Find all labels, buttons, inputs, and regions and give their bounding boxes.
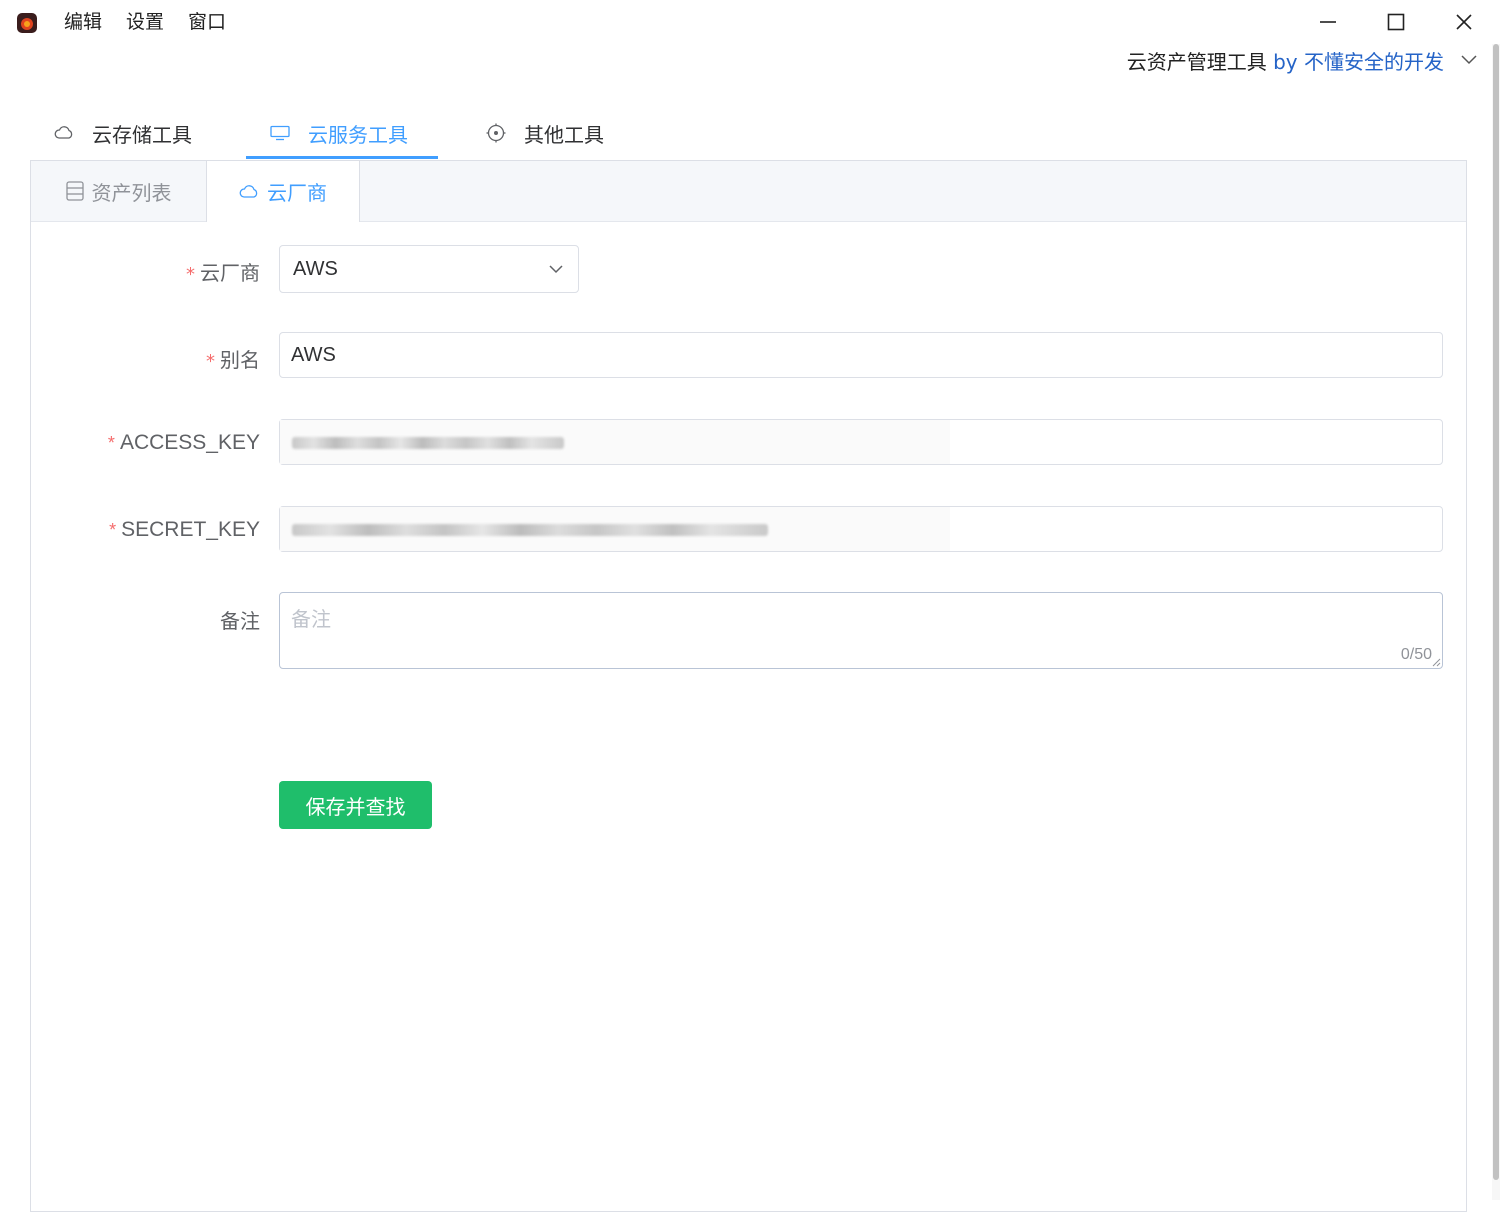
menu-settings[interactable]: 设置 [126,8,164,36]
tab-cloud-service[interactable]: 云服务工具 [270,108,408,158]
cloud-icon [54,126,73,139]
app-subtitle: 云资产管理工具 by 不懂安全的开发 [1127,46,1444,75]
secret-key-label-text: SECRET_KEY [121,518,260,541]
remark-placeholder: 备注 [291,607,331,631]
tab-label: 云服务工具 [308,122,408,147]
alias-label-text: 别名 [220,348,260,372]
content-card: 资产列表 云厂商 [30,160,1467,1212]
remark-label: 备注 [220,609,260,633]
chevron-down-icon [549,265,563,274]
subtab-label: 资产列表 [91,180,172,205]
secret-key-redacted [292,524,768,536]
maximize-icon [1387,13,1405,31]
required-mark: * [206,351,215,372]
title-bar: 编辑 设置 窗口 [0,0,1500,44]
subtab-label: 云厂商 [267,181,327,205]
target-icon [486,123,506,143]
remark-textarea[interactable]: 备注 0/50 [279,592,1443,669]
secret-key-mask [280,507,950,551]
database-icon [65,181,84,201]
access-key-label: * ACCESS_KEY [108,431,260,455]
vendor-select-value: AWS [293,258,338,280]
tab-label: 云存储工具 [92,122,192,147]
app-subtitle-author: by 不懂安全的开发 [1273,50,1444,74]
tab-label: 其他工具 [524,122,604,147]
minimize-button[interactable] [1294,0,1362,44]
resize-handle-icon[interactable] [1431,657,1441,667]
alias-input[interactable]: AWS [279,332,1443,378]
maximize-button[interactable] [1362,0,1430,44]
vendor-select[interactable]: AWS [279,245,579,293]
active-tab-indicator [246,156,438,159]
vendor-label-text: 云厂商 [200,261,260,285]
cloud-icon [239,184,258,198]
app-subtitle-main: 云资产管理工具 [1126,50,1267,74]
required-mark: * [186,264,195,285]
access-key-mask [280,420,950,464]
required-mark: * [107,433,115,453]
close-button[interactable] [1430,0,1498,44]
subtab-cloud-vendor[interactable]: 云厂商 [206,161,360,222]
menu-bar: 编辑 设置 窗口 [64,8,226,36]
close-icon [1456,14,1472,30]
menu-window[interactable]: 窗口 [188,8,226,36]
minimize-icon [1320,21,1336,23]
save-and-search-button[interactable]: 保存并查找 [279,781,432,829]
secret-key-label: * SECRET_KEY [109,518,260,542]
scrollbar-thumb[interactable] [1493,44,1499,1180]
tab-cloud-storage[interactable]: 云存储工具 [54,108,192,158]
alias-input-value: AWS [291,344,336,366]
remark-char-counter: 0/50 [1400,646,1432,663]
required-mark: * [109,520,117,540]
vertical-scrollbar[interactable] [1492,44,1500,1200]
access-key-input[interactable] [279,419,1443,465]
top-tabs: 云存储工具 云服务工具 其他工具 [30,108,1466,162]
access-key-label-text: ACCESS_KEY [119,431,260,454]
access-key-redacted [292,437,564,449]
app-logo-icon [17,13,37,33]
secret-key-input[interactable] [279,506,1443,552]
tab-other-tools[interactable]: 其他工具 [486,108,604,158]
monitor-icon [270,125,290,141]
chevron-down-icon[interactable] [1460,50,1478,68]
menu-edit[interactable]: 编辑 [64,8,102,36]
sub-tabs: 资产列表 云厂商 [31,161,1466,222]
vendor-label: * 云厂商 [186,257,260,286]
alias-label: * 别名 [206,344,260,373]
subtab-asset-list[interactable]: 资产列表 [31,161,206,221]
